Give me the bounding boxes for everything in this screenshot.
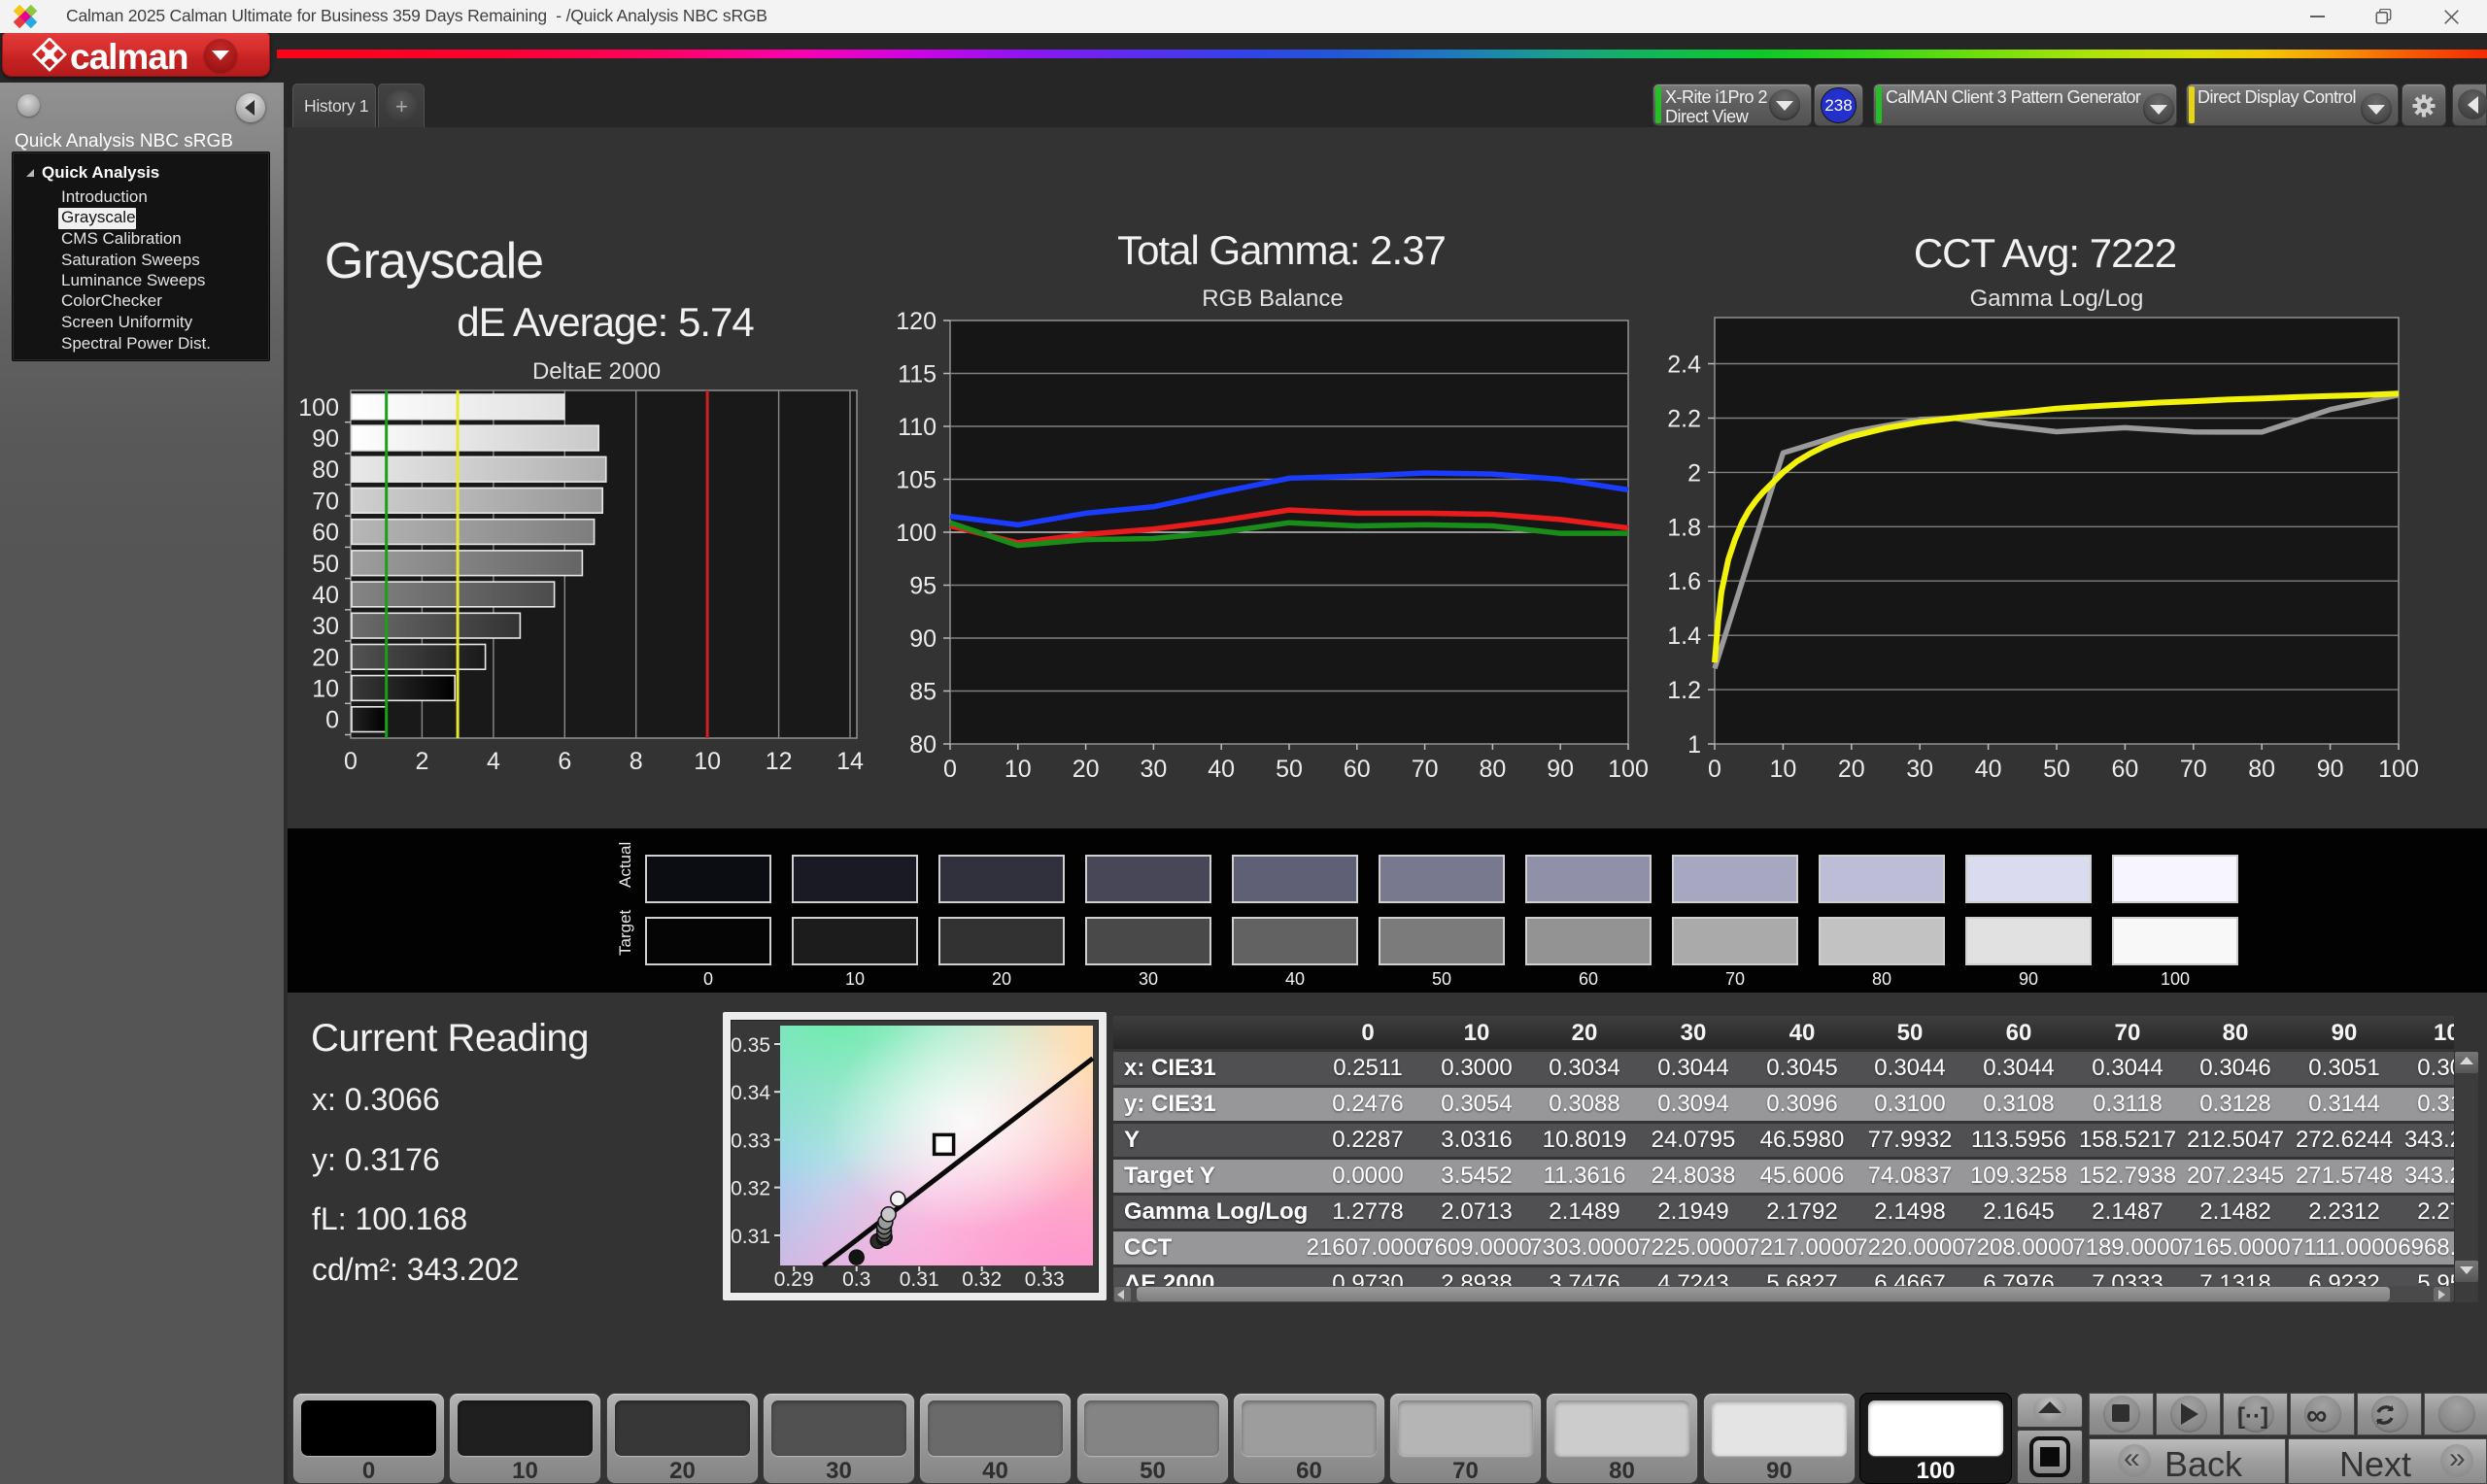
svg-text:10: 10: [694, 748, 721, 775]
svg-text:10: 10: [312, 676, 339, 703]
svg-text:20: 20: [1838, 756, 1865, 783]
svg-text:120: 120: [896, 309, 937, 335]
svg-text:100: 100: [298, 394, 339, 422]
svg-text:90: 90: [909, 625, 937, 653]
svg-text:6: 6: [558, 748, 571, 775]
svg-text:95: 95: [909, 573, 937, 600]
svg-text:0.32: 0.32: [731, 1178, 770, 1200]
svg-text:1.4: 1.4: [1667, 623, 1701, 650]
svg-text:30: 30: [1140, 756, 1167, 783]
svg-text:0.31: 0.31: [900, 1268, 939, 1291]
svg-text:80: 80: [312, 456, 339, 484]
svg-text:90: 90: [1547, 756, 1574, 783]
svg-text:1.2: 1.2: [1667, 677, 1701, 704]
svg-text:80: 80: [909, 731, 937, 759]
svg-text:50: 50: [312, 551, 339, 578]
svg-text:0.35: 0.35: [731, 1034, 770, 1057]
svg-text:0: 0: [1708, 756, 1721, 783]
svg-text:0: 0: [943, 756, 957, 783]
svg-text:90: 90: [2317, 756, 2344, 783]
svg-text:0.3: 0.3: [842, 1268, 870, 1291]
svg-text:40: 40: [312, 582, 339, 609]
svg-text:0.29: 0.29: [774, 1268, 814, 1291]
svg-text:80: 80: [1479, 756, 1506, 783]
svg-text:70: 70: [2180, 756, 2207, 783]
svg-text:14: 14: [836, 748, 864, 775]
svg-text:70: 70: [312, 488, 339, 515]
svg-text:0.33: 0.33: [1025, 1268, 1065, 1291]
svg-text:1: 1: [1687, 731, 1701, 759]
svg-text:60: 60: [312, 520, 339, 547]
svg-text:20: 20: [312, 644, 339, 671]
svg-text:110: 110: [898, 414, 937, 441]
svg-text:60: 60: [2111, 756, 2138, 783]
svg-text:0.32: 0.32: [962, 1268, 1002, 1291]
svg-text:85: 85: [909, 679, 937, 706]
svg-text:2: 2: [415, 748, 428, 775]
svg-text:12: 12: [766, 748, 793, 775]
svg-text:10: 10: [1769, 756, 1796, 783]
svg-text:50: 50: [2043, 756, 2070, 783]
svg-text:0.31: 0.31: [731, 1226, 770, 1248]
svg-text:1.8: 1.8: [1667, 514, 1701, 541]
svg-text:80: 80: [2248, 756, 2275, 783]
svg-text:20: 20: [1073, 756, 1100, 783]
svg-text:100: 100: [2378, 756, 2419, 783]
svg-text:0.34: 0.34: [731, 1082, 770, 1104]
svg-text:2.4: 2.4: [1667, 352, 1701, 379]
svg-text:0: 0: [325, 707, 339, 734]
svg-text:105: 105: [896, 467, 937, 494]
svg-text:2: 2: [1687, 459, 1701, 487]
svg-text:30: 30: [1906, 756, 1933, 783]
svg-text:90: 90: [312, 425, 339, 453]
svg-text:30: 30: [312, 613, 339, 640]
svg-text:0: 0: [344, 748, 358, 775]
svg-text:40: 40: [1208, 756, 1235, 783]
svg-text:40: 40: [1975, 756, 2002, 783]
svg-text:100: 100: [896, 520, 937, 547]
svg-text:8: 8: [630, 748, 643, 775]
svg-text:0.33: 0.33: [731, 1130, 770, 1153]
svg-text:60: 60: [1344, 756, 1371, 783]
svg-text:1.6: 1.6: [1667, 568, 1701, 595]
svg-text:50: 50: [1276, 756, 1303, 783]
svg-text:10: 10: [1005, 756, 1032, 783]
svg-text:4: 4: [487, 748, 500, 775]
svg-text:70: 70: [1412, 756, 1439, 783]
svg-text:115: 115: [898, 361, 937, 388]
svg-text:2.2: 2.2: [1667, 406, 1701, 433]
svg-text:100: 100: [1608, 756, 1648, 783]
